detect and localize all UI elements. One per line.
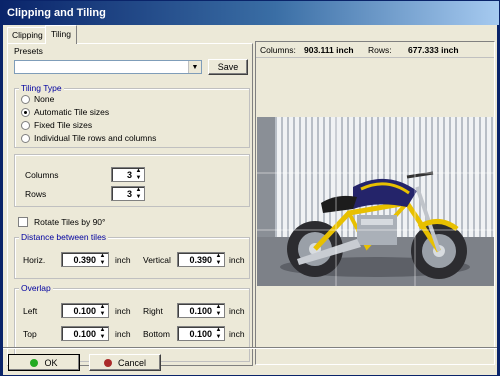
save-button[interactable]: Save bbox=[208, 59, 248, 75]
horiz-stepper[interactable]: 0.390 ▲ ▼ bbox=[61, 252, 109, 267]
left-stepper[interactable]: 0.100 ▲ ▼ bbox=[61, 303, 109, 318]
tab-clipping-label: Clipping bbox=[12, 30, 43, 40]
rows-stepper[interactable]: 3 ▲ ▼ bbox=[111, 186, 145, 201]
top-unit: inch bbox=[115, 329, 131, 339]
right-unit: inch bbox=[229, 306, 245, 316]
rotate-label: Rotate Tiles by 90° bbox=[34, 217, 106, 227]
preview-area: Columns: 903.111 inch Rows: 677.333 inch bbox=[255, 41, 495, 365]
preview-columns-label: Columns: bbox=[260, 45, 296, 55]
save-button-label: Save bbox=[217, 62, 239, 72]
radio-individual-label: Individual Tile rows and columns bbox=[34, 133, 157, 143]
dialog-client: Clipping Tiling Presets ▼ Save Tiling Ty… bbox=[3, 25, 497, 375]
radio-fixed[interactable] bbox=[21, 121, 30, 130]
dialog-window: Clipping and Tiling Clipping Tiling Pres… bbox=[0, 0, 500, 376]
motorcycle-photo-image bbox=[257, 117, 494, 286]
top-value: 0.100 bbox=[73, 328, 96, 339]
rotate-checkbox[interactable] bbox=[18, 217, 28, 227]
overlap-group: Overlap Left 0.100 ▲ ▼ inch Right 0.100 ▲… bbox=[14, 283, 250, 362]
horiz-unit: inch bbox=[115, 255, 131, 265]
presets-label: Presets bbox=[14, 46, 43, 56]
horiz-label: Horiz. bbox=[23, 255, 46, 265]
vertical-label: Vertical bbox=[143, 255, 171, 265]
ok-button-label: OK bbox=[44, 357, 58, 368]
spin-arrows-icon[interactable]: ▲ ▼ bbox=[97, 253, 108, 266]
ok-button[interactable]: OK bbox=[8, 354, 80, 371]
cancel-button[interactable]: Cancel bbox=[89, 354, 161, 371]
preview-rows-value: 677.333 inch bbox=[408, 45, 459, 55]
spin-arrows-icon[interactable]: ▲ ▼ bbox=[213, 327, 224, 340]
bottom-unit: inch bbox=[229, 329, 245, 339]
title-bar: Clipping and Tiling bbox=[1, 1, 499, 25]
grid-group: Columns 3 ▲ ▼ Rows 3 ▲ ▼ bbox=[14, 154, 250, 207]
left-label: Left bbox=[23, 306, 38, 316]
radio-automatic-label: Automatic Tile sizes bbox=[34, 107, 110, 117]
bottom-stepper[interactable]: 0.100 ▲ ▼ bbox=[177, 326, 225, 341]
spin-arrows-icon[interactable]: ▲ ▼ bbox=[213, 304, 224, 317]
radio-fixed-label: Fixed Tile sizes bbox=[34, 120, 93, 130]
right-label: Right bbox=[143, 306, 163, 316]
overlap-title: Overlap bbox=[19, 283, 53, 293]
tab-clipping[interactable]: Clipping bbox=[7, 27, 47, 43]
tiling-type-group: Tiling Type None Automatic Tile sizes Fi… bbox=[14, 83, 250, 148]
spin-arrows-icon[interactable]: ▲ ▼ bbox=[213, 253, 224, 266]
spin-arrows-icon[interactable]: ▲ ▼ bbox=[133, 168, 144, 181]
top-label: Top bbox=[23, 329, 37, 339]
radio-none[interactable] bbox=[21, 95, 30, 104]
radio-individual[interactable] bbox=[21, 134, 30, 143]
preview-rows-label: Rows: bbox=[368, 45, 392, 55]
rows-value: 3 bbox=[126, 188, 132, 199]
motorcycle-photo bbox=[257, 117, 494, 286]
vertical-unit: inch bbox=[229, 255, 245, 265]
tab-tiling-label: Tiling bbox=[51, 29, 71, 39]
top-stepper[interactable]: 0.100 ▲ ▼ bbox=[61, 326, 109, 341]
bottom-label: Bottom bbox=[143, 329, 170, 339]
chevron-down-icon[interactable]: ▼ bbox=[188, 61, 201, 73]
radio-none-label: None bbox=[34, 94, 55, 104]
left-unit: inch bbox=[115, 306, 131, 316]
distance-title: Distance between tiles bbox=[19, 232, 109, 242]
columns-stepper[interactable]: 3 ▲ ▼ bbox=[111, 167, 145, 182]
right-stepper[interactable]: 0.100 ▲ ▼ bbox=[177, 303, 225, 318]
preview-columns-value: 903.111 inch bbox=[304, 45, 354, 55]
distance-group: Distance between tiles Horiz. 0.390 ▲ ▼ i… bbox=[14, 232, 250, 279]
spin-arrows-icon[interactable]: ▲ ▼ bbox=[133, 187, 144, 200]
vertical-value: 0.390 bbox=[189, 254, 212, 265]
spin-arrows-icon[interactable]: ▲ ▼ bbox=[97, 304, 108, 317]
horiz-value: 0.390 bbox=[73, 254, 96, 265]
radio-automatic[interactable] bbox=[21, 108, 30, 117]
spin-arrows-icon[interactable]: ▲ ▼ bbox=[97, 327, 108, 340]
preview-header: Columns: 903.111 inch Rows: 677.333 inch bbox=[256, 42, 494, 58]
bottom-value: 0.100 bbox=[189, 328, 212, 339]
columns-value: 3 bbox=[126, 169, 132, 180]
cancel-dot-icon bbox=[103, 358, 112, 367]
tiling-type-title: Tiling Type bbox=[19, 83, 64, 93]
tiling-panel: Presets ▼ Save Tiling Type None Automati… bbox=[7, 43, 253, 366]
right-value: 0.100 bbox=[189, 305, 212, 316]
presets-combo[interactable]: ▼ bbox=[14, 60, 202, 74]
left-value: 0.100 bbox=[73, 305, 96, 316]
vertical-stepper[interactable]: 0.390 ▲ ▼ bbox=[177, 252, 225, 267]
columns-label: Columns bbox=[25, 170, 59, 180]
green-dot-icon bbox=[30, 358, 39, 367]
cancel-button-label: Cancel bbox=[117, 357, 146, 368]
window-title: Clipping and Tiling bbox=[7, 7, 106, 19]
rows-label: Rows bbox=[25, 189, 47, 199]
bottom-separator bbox=[3, 347, 497, 349]
tab-tiling[interactable]: Tiling bbox=[45, 25, 77, 44]
